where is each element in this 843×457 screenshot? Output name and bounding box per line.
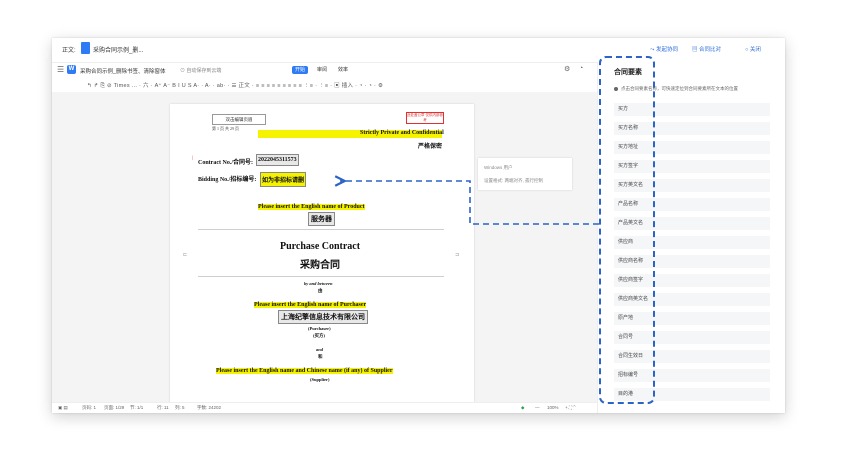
comment-card[interactable]: Windows 用户 设置格式: 两端对齐, 孤行控制 [478,158,572,190]
status-row: 行: 11 [157,405,169,410]
title-cn: 采购合同 [300,260,340,271]
share-icon[interactable]: ⚙ [564,65,570,73]
body-label: 正文: [62,48,76,54]
app-window: 正文: 采购合同示例_删... ⤳ 发起协同 ▤ 合同比对 ○ 关闭 ☰ W 采… [52,38,785,413]
and-text-cn: 和 [318,354,323,359]
annotation-highlight-box [599,56,655,404]
divider [198,276,444,277]
tab-review[interactable]: 审阅 [314,66,330,74]
product-name-field[interactable]: 服务器 [308,212,335,226]
format-toolbar-row[interactable]: ↰ ↱ ⎘ ⊘ Times ... · 六 · A⁺ A⁻ B I U S A·… [87,81,383,90]
purchaser-role-cn: (买方) [313,333,325,338]
by-and-between: by and between [304,281,333,286]
zoom-level[interactable]: 100% [547,405,559,410]
strictly-private-cn: 严格保密 [418,144,443,150]
edit-header-button[interactable]: 双击编辑页眉 [212,114,266,125]
comment-text: 设置格式: 两端对齐, 孤行控制 [484,178,543,183]
and-text: and [316,347,324,352]
autosave-status: ⊙ 自动保存到云端 [180,68,222,74]
document-area: 双击编辑页眉 第 1 页 共 29 页 此处盖公章 仅供内部参考 Strictl… [52,92,597,402]
revision-marker: | [192,156,194,161]
purchaser-prompt: Please insert the English name of Purcha… [254,302,367,308]
view-icon[interactable]: ▣ ▤ [58,405,68,411]
menu-icon[interactable]: ☰ [57,65,64,74]
zoom-in-icon[interactable]: + ⛶ ⌃ [565,405,576,410]
purchaser-role: (Purchaser) [308,326,331,331]
contract-no-value[interactable]: 2022045311573 [256,154,299,166]
status-page-count: 页面: 1/29 [104,405,125,410]
contract-compare-button[interactable]: ▤ 合同比对 [692,45,721,53]
document-icon [81,42,90,54]
margin-mark-left: ⊏ [183,252,188,258]
status-col: 列: 5 [175,405,185,410]
margin-mark-right: ⊐ [455,252,460,258]
main-toolbar: ☰ W 采购合同示例_删除书签、清除窗体 ⊙ 自动保存到云端 开始 审阅 效率 … [52,62,597,78]
purchaser-name-field[interactable]: 上海纪擎信息技术有限公司 [278,310,368,324]
supplier-role: (Supplier) [310,377,330,382]
document-title[interactable]: 采购合同示例_删除书签、清除窗体 [80,67,166,75]
stamp-box: 此处盖公章 仅供内部参考 [406,112,444,124]
document-page[interactable]: 双击编辑页眉 第 1 页 共 29 页 此处盖公章 仅供内部参考 Strictl… [170,104,474,402]
bidding-no-label: Bidding No./招标编号: [198,177,257,183]
status-section: 节: 1/1 [130,405,144,410]
strictly-private-text: Strictly Private and Confidential [360,130,444,136]
top-bar: 正文: 采购合同示例_删... ⤳ 发起协同 ▤ 合同比对 ○ 关闭 [52,38,785,63]
by-and-between-cn: 由 [318,288,323,293]
supplier-prompt: Please insert the English name and Chine… [216,368,393,374]
status-pages: 页码: 1 [82,405,97,410]
tab-efficiency[interactable]: 效率 [335,66,351,74]
comment-author: Windows 用户 [484,165,513,170]
more-options-icon[interactable]: ◔ [579,65,583,72]
status-words: 字数: 24202 [197,405,222,410]
zoom-out-icon[interactable]: — [535,405,540,410]
contract-no-label: Contract No./合同号: [198,160,253,166]
page-indicator: 第 1 页 共 29 页 [212,126,239,131]
tab-start[interactable]: 开始 [292,66,309,74]
format-toolbar: ↰ ↱ ⎘ ⊘ Times ... · 六 · A⁺ A⁻ B I U S A·… [52,78,597,92]
divider [198,229,444,230]
product-prompt: Please insert the English name of Produc… [258,204,365,210]
file-name[interactable]: 采购合同示例_删... [93,45,143,54]
title-en: Purchase Contract [280,241,361,252]
bidding-no-value[interactable]: 如为非招标请删 [260,172,307,187]
status-bar: ▣ ▤ 页码: 1 页面: 1/29 节: 1/1 行: 11 列: 5 字数:… [52,402,597,413]
check-icon[interactable]: ◆ [521,405,524,411]
close-button[interactable]: ○ 关闭 [745,45,761,53]
initiate-sign-button[interactable]: ⤳ 发起协同 [650,45,678,54]
word-app-icon: W [67,65,76,74]
